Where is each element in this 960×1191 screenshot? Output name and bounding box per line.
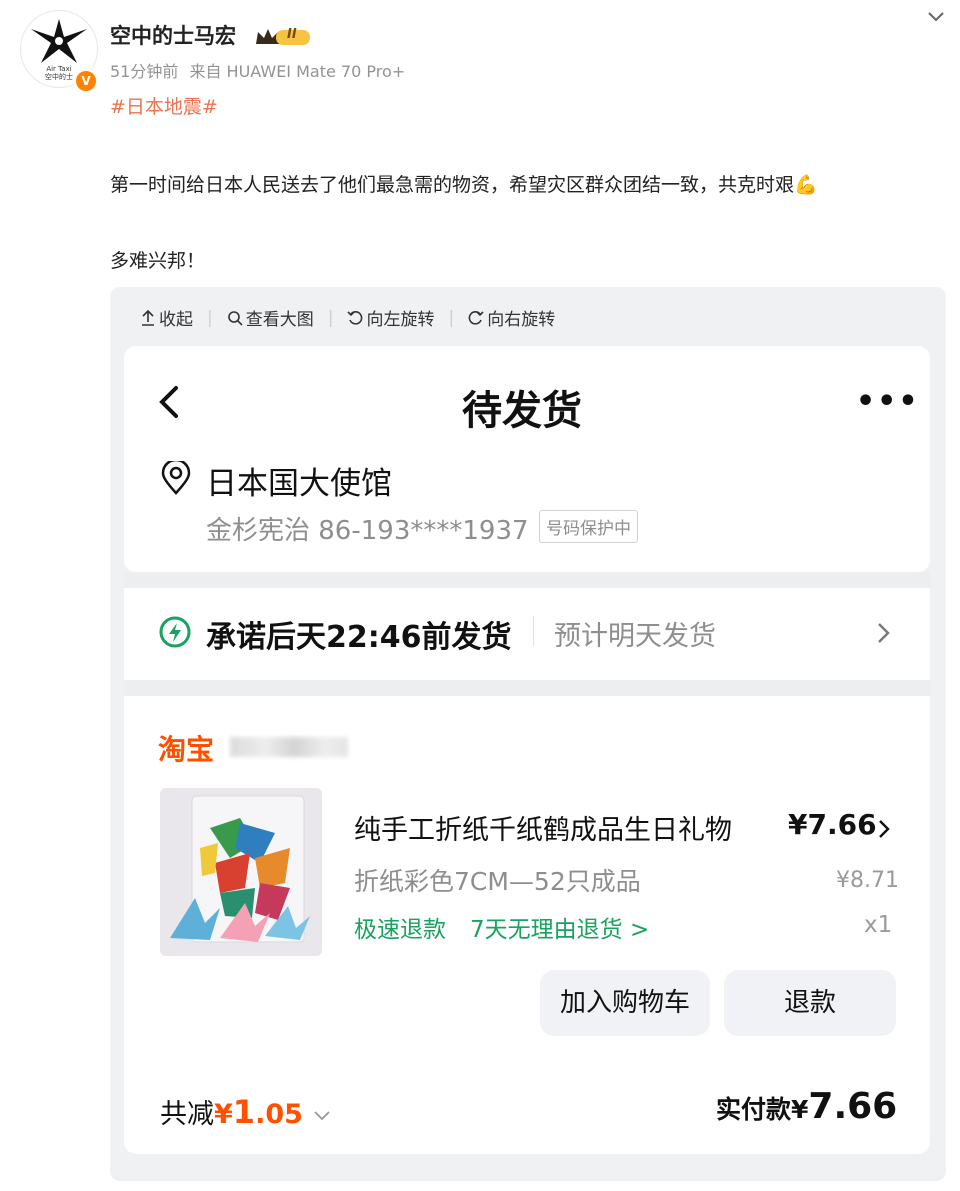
- toolbar-divider: |: [327, 307, 334, 328]
- privacy-badge: 号码保护中: [539, 510, 638, 543]
- post-time: 51分钟前: [110, 62, 179, 81]
- toolbar-divider: |: [207, 307, 213, 328]
- level-text: II: [287, 27, 297, 42]
- shop-name[interactable]: 淘宝: [158, 728, 214, 768]
- chevron-down-icon: [313, 1110, 330, 1120]
- collapse-icon: [142, 309, 154, 326]
- original-price: ¥8.71: [836, 868, 899, 893]
- ship-estimate: 预计明天发货: [554, 621, 716, 652]
- post-source: 来自 HUAWEI Mate 70 Pro+: [189, 62, 406, 81]
- post-text-line-1: 第一时间给日本人民送去了他们最急需的物资，希望灾区群众团结一致，共克时艰💪: [110, 174, 818, 196]
- blurred-shop-name: [230, 737, 348, 757]
- discount-label: 共减: [160, 1099, 214, 1130]
- ship-promise: 承诺后天22:46前发货: [206, 620, 512, 655]
- hashtag-link[interactable]: #日本地震#: [110, 92, 218, 119]
- product-title[interactable]: 纯手工折纸千纸鹤成品生日礼物: [354, 808, 732, 847]
- rotate-left-label: 向左旋转: [366, 310, 435, 330]
- discount-summary[interactable]: 共减¥1.05: [160, 1092, 332, 1131]
- paid-total: 实付款¥7.66: [716, 1086, 897, 1127]
- section-divider: [124, 572, 930, 588]
- view-large-label: 查看大图: [245, 310, 314, 330]
- more-icon[interactable]: •••: [856, 384, 920, 419]
- lightning-icon: [159, 616, 191, 648]
- rotate-left-button[interactable]: 向左旋转: [347, 305, 434, 330]
- image-toolbar: 收起 | 查看大图 | 向左旋转 | 向右旋转: [140, 305, 555, 330]
- ship-divider: [533, 616, 534, 646]
- location-pin-icon: [161, 461, 191, 495]
- discount-int: 1: [232, 1093, 256, 1131]
- paid-value: 7.66: [808, 1086, 898, 1127]
- rotate-right-icon: [468, 310, 484, 325]
- discount-currency: ¥: [214, 1099, 233, 1130]
- chevron-down-icon[interactable]: [924, 4, 948, 28]
- product-image[interactable]: [160, 788, 322, 956]
- member-level-badge[interactable]: II: [254, 26, 312, 48]
- recipient-name: 日本国大使馆: [206, 466, 392, 502]
- username[interactable]: 空中的士马宏: [110, 20, 236, 50]
- product-spec: 折纸彩色7CM—52只成品: [354, 867, 641, 896]
- back-arrow-icon[interactable]: [152, 380, 186, 424]
- refund-button[interactable]: 退款: [724, 970, 896, 1036]
- section-divider: [124, 680, 930, 696]
- discount-decimal: .05: [255, 1099, 303, 1130]
- view-large-button[interactable]: 查看大图: [227, 305, 314, 330]
- fast-refund-tag: 极速退款: [354, 917, 446, 943]
- chevron-right-icon[interactable]: [874, 620, 894, 646]
- paper-cranes-image: [160, 788, 322, 956]
- post-meta: 51分钟前 来自 HUAWEI Mate 70 Pro+: [110, 58, 411, 82]
- seven-day-return-link[interactable]: 7天无理由退货 >: [470, 910, 649, 944]
- collapse-button[interactable]: 收起: [140, 305, 193, 330]
- product-quantity: x1: [864, 912, 893, 938]
- rotate-right-button[interactable]: 向右旋转: [468, 305, 555, 330]
- order-status-title: 待发货: [462, 388, 582, 434]
- collapse-label: 收起: [159, 310, 193, 330]
- rotate-left-icon: [347, 310, 363, 325]
- crown-icon: [256, 29, 310, 45]
- verified-icon: V: [74, 69, 98, 93]
- star-logo-icon: [31, 19, 87, 63]
- chevron-right-icon[interactable]: [876, 818, 892, 840]
- search-icon: [227, 310, 243, 326]
- add-to-cart-button[interactable]: 加入购物车: [540, 970, 710, 1036]
- product-price: ¥7.66: [788, 808, 877, 841]
- rotate-right-label: 向右旋转: [487, 310, 556, 330]
- paid-label: 实付款¥: [716, 1095, 809, 1124]
- post-text-line-2: 多难兴邦！: [110, 250, 206, 272]
- toolbar-divider: |: [448, 307, 455, 328]
- recipient-contact: 金杉宪治 86-193****1937: [206, 516, 529, 546]
